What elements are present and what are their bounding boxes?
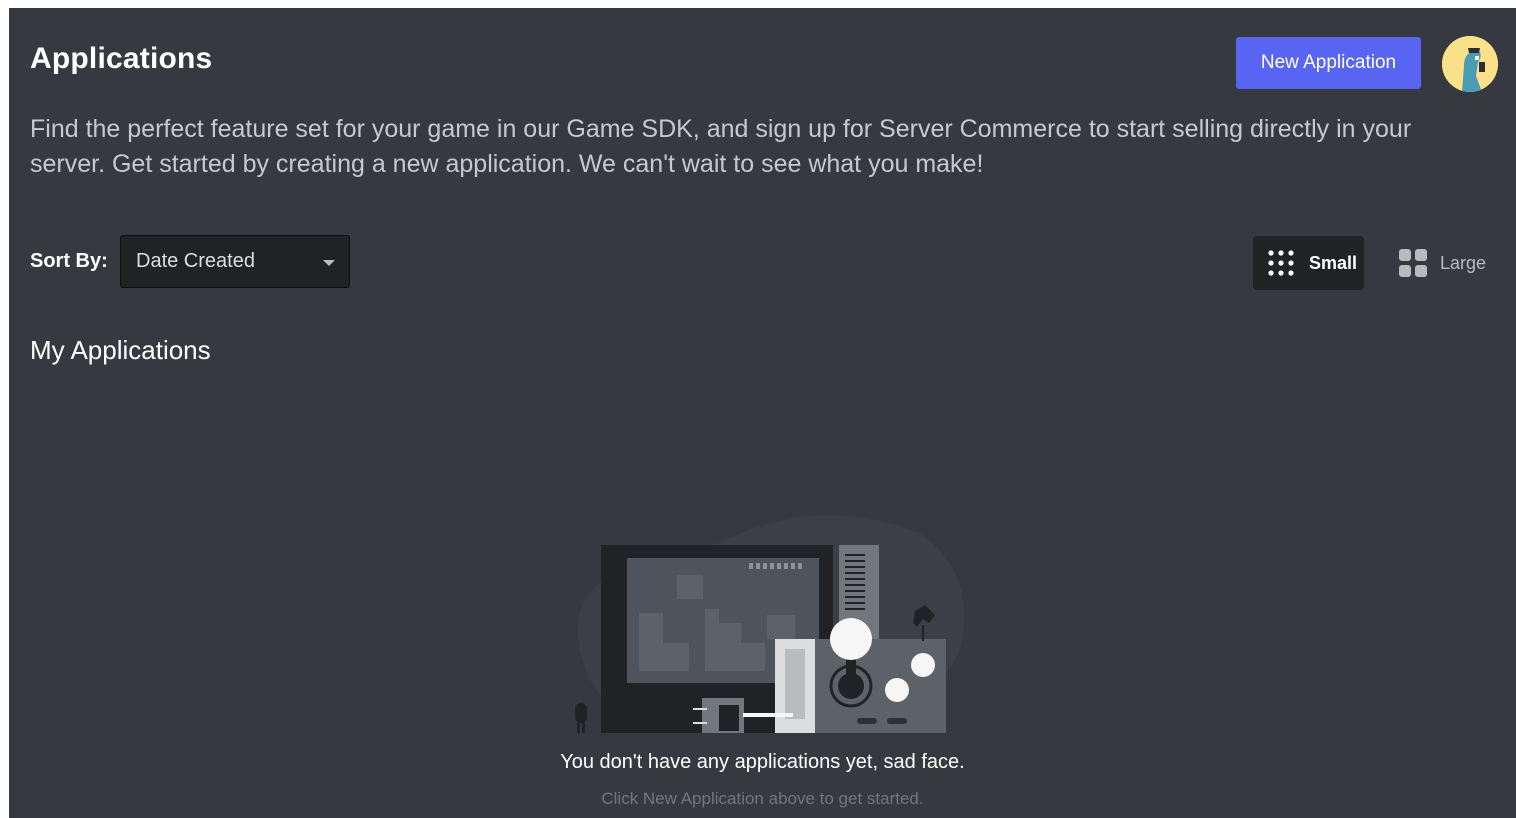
section-title: My Applications (30, 335, 211, 365)
new-application-button[interactable]: New Application (1236, 37, 1421, 89)
large-grid-icon (1399, 249, 1427, 277)
view-large-label: Large (1440, 253, 1487, 273)
applications-page: Applications New Application Find the pe… (9, 8, 1516, 818)
sort-select-value: Date Created (136, 250, 255, 272)
view-small-label: Small (1309, 253, 1358, 273)
empty-state-message: You don't have any applications yet, sad… (560, 751, 965, 773)
empty-state-hint: Click New Application above to get start… (601, 789, 924, 808)
empty-state-illustration (575, 515, 964, 733)
avatar[interactable] (1442, 36, 1498, 92)
view-small-button[interactable]: Small (1253, 236, 1364, 290)
avatar-icon (1442, 36, 1498, 92)
page-title: Applications (30, 42, 213, 75)
small-grid-icon (1268, 250, 1294, 276)
caret-down-icon (323, 260, 335, 266)
sort-by-label: Sort By: (30, 250, 108, 272)
sort-select[interactable]: Date Created (120, 235, 350, 288)
page-description: Find the perfect feature set for your ga… (30, 115, 1412, 178)
view-large-button[interactable]: Large (1389, 236, 1489, 290)
